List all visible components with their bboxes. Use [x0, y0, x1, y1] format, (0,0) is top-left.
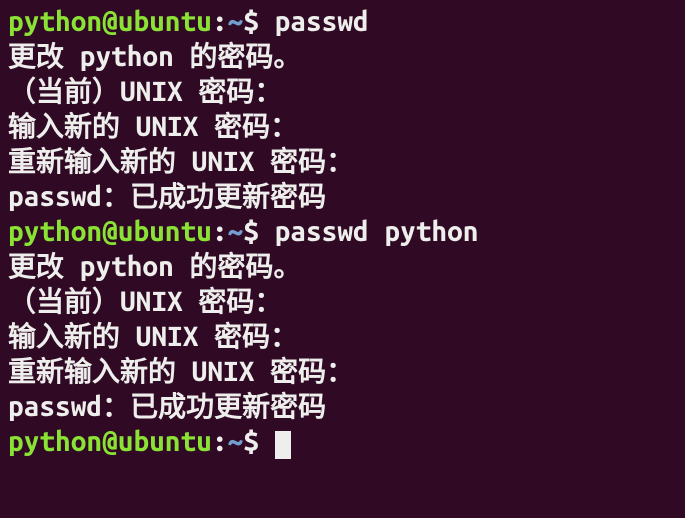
prompt-path: ~: [228, 6, 244, 37]
user-host: python@ubuntu: [8, 6, 212, 37]
prompt-colon: :: [212, 216, 228, 247]
prompt-symbol: $: [243, 216, 259, 247]
prompt-line-3[interactable]: python@ubuntu:~$: [8, 424, 677, 459]
output-line: 更改 python 的密码。: [8, 39, 677, 74]
prompt-colon: :: [212, 6, 228, 37]
output-line: （当前）UNIX 密码：: [8, 284, 677, 319]
user-host: python@ubuntu: [8, 426, 212, 457]
output-line: passwd：已成功更新密码: [8, 179, 677, 214]
prompt-line-1: python@ubuntu:~$ passwd: [8, 4, 677, 39]
output-line: 输入新的 UNIX 密码：: [8, 319, 677, 354]
output-line: 更改 python 的密码。: [8, 249, 677, 284]
command-1: passwd: [275, 6, 369, 37]
cursor-icon: [275, 431, 291, 459]
user-host: python@ubuntu: [8, 216, 212, 247]
output-line: 重新输入新的 UNIX 密码：: [8, 354, 677, 389]
output-line: 输入新的 UNIX 密码：: [8, 109, 677, 144]
terminal[interactable]: python@ubuntu:~$ passwd 更改 python 的密码。 （…: [8, 4, 677, 459]
output-line: 重新输入新的 UNIX 密码：: [8, 144, 677, 179]
prompt-line-2: python@ubuntu:~$ passwd python: [8, 214, 677, 249]
command-2: passwd python: [275, 216, 479, 247]
prompt-symbol: $: [243, 6, 259, 37]
output-line: passwd：已成功更新密码: [8, 389, 677, 424]
output-line: （当前）UNIX 密码：: [8, 74, 677, 109]
prompt-path: ~: [228, 426, 244, 457]
prompt-path: ~: [228, 216, 244, 247]
prompt-symbol: $: [243, 426, 259, 457]
prompt-colon: :: [212, 426, 228, 457]
